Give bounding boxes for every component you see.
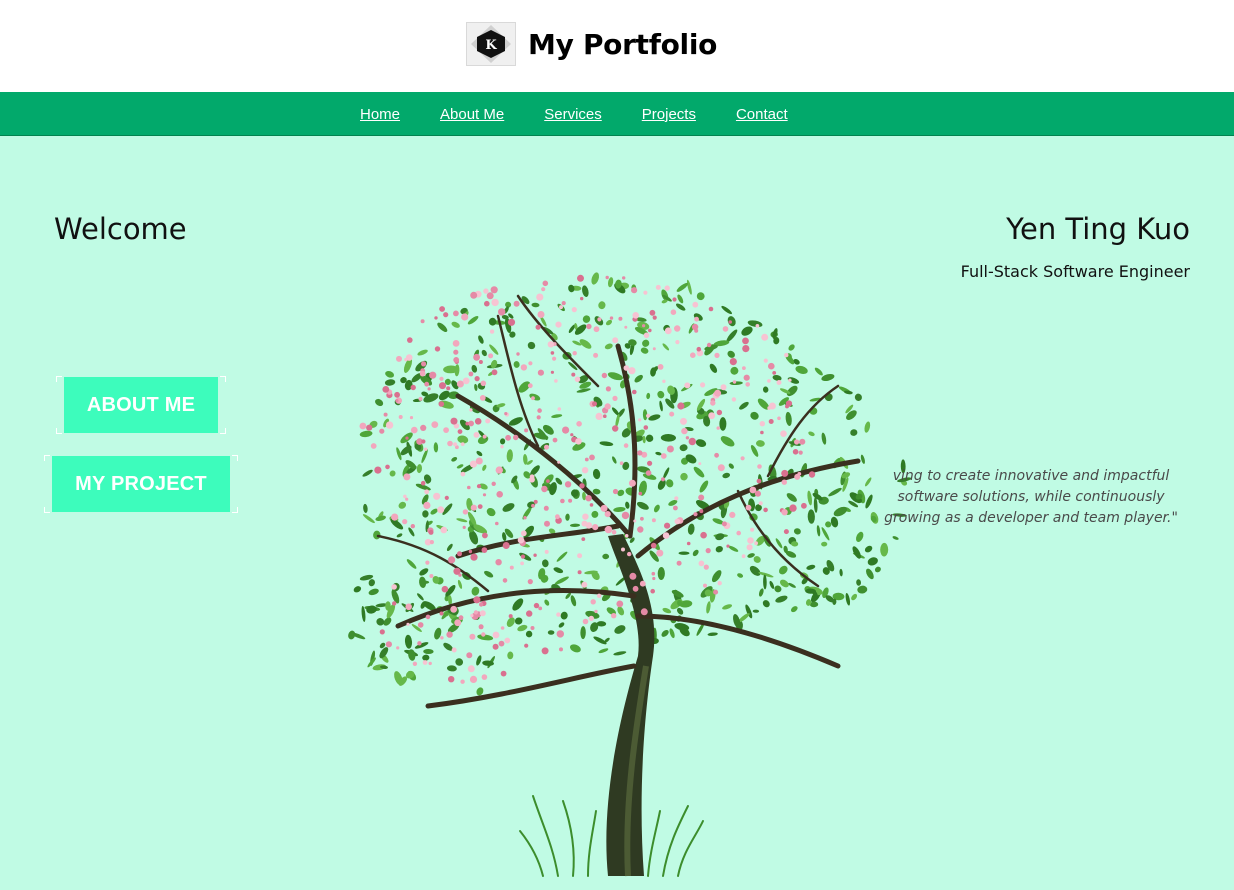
nav-link-services[interactable]: Services xyxy=(544,106,602,123)
about-me-button-frame: ABOUT ME xyxy=(56,376,226,434)
site-title: My Portfolio xyxy=(528,27,718,61)
site-header: K My Portfolio xyxy=(0,0,1234,92)
brand[interactable]: K My Portfolio xyxy=(466,21,717,67)
nav-link-about-me[interactable]: About Me xyxy=(440,106,504,123)
nav-link-home[interactable]: Home xyxy=(360,106,400,123)
quote-line-2: software solutions, while continuously xyxy=(897,489,1165,505)
main-nav: Home About Me Services Projects Contact xyxy=(0,92,1234,136)
k-logo-icon: K xyxy=(466,22,516,66)
cherry-blossom-tree-image xyxy=(348,272,912,877)
quote-text: ving to create innovative and impactful … xyxy=(866,466,1196,529)
name-heading: Yen Ting Kuo xyxy=(1006,212,1190,246)
nav-list: Home About Me Services Projects Contact xyxy=(360,92,828,136)
about-me-button[interactable]: ABOUT ME xyxy=(64,377,218,433)
nav-link-contact[interactable]: Contact xyxy=(736,106,788,123)
quote-line-3: growing as a developer and team player." xyxy=(884,510,1178,526)
my-project-button-frame: MY PROJECT xyxy=(44,455,238,513)
role-subtitle: Full-Stack Software Engineer xyxy=(960,262,1190,281)
logo-letter: K xyxy=(485,38,497,53)
nav-link-projects[interactable]: Projects xyxy=(642,106,696,123)
quote-line-1: ving to create innovative and impactful xyxy=(892,468,1170,484)
welcome-heading: Welcome xyxy=(54,212,187,246)
my-project-button[interactable]: MY PROJECT xyxy=(52,456,230,512)
